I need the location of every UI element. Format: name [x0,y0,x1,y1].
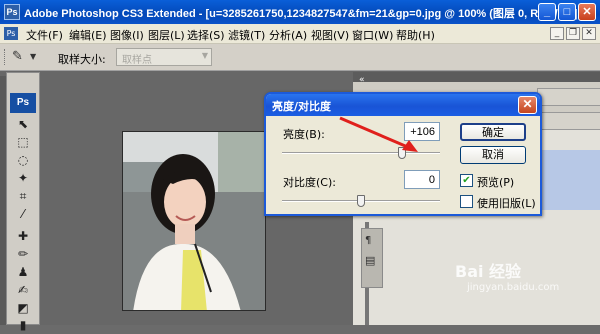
cancel-button[interactable]: 取消 [460,146,526,164]
panel-tab[interactable] [537,112,600,130]
chevron-down-icon: ▼ [201,51,208,60]
magic-wand-tool-icon[interactable]: ✦ [12,169,34,187]
maximize-button[interactable]: □ [558,3,576,21]
menu-analysis[interactable]: 分析(A) [269,27,307,43]
history-brush-tool-icon[interactable]: ✍ [12,281,34,299]
eyedropper-tool-icon[interactable]: ⁄ [12,205,34,223]
document-canvas[interactable] [122,131,266,311]
ok-button[interactable]: 确定 [460,123,526,141]
move-tool-icon[interactable]: ⬉ [12,115,34,133]
menu-edit[interactable]: 编辑(E) [69,27,107,43]
legacy-label: 使用旧版(L) [477,197,536,210]
menu-file[interactable]: 文件(F) [26,27,63,43]
menu-image[interactable]: 图像(I) [110,27,144,43]
selected-layer-highlight[interactable] [541,150,600,210]
sample-size-value: 取样点 [122,55,152,66]
legacy-checkbox[interactable] [460,195,473,208]
menu-view[interactable]: 视图(V) [311,27,349,43]
menu-help[interactable]: 帮助(H) [396,27,435,43]
preview-checkbox[interactable]: ✔ [460,174,473,187]
dialog-title: 亮度/对比度 [272,100,332,113]
contrast-field[interactable] [404,170,440,189]
expand-arrows-icon[interactable]: « [359,75,365,85]
sample-size-select[interactable]: 取样点 ▼ [116,48,212,66]
panels-dock-header [353,72,600,82]
document-icon[interactable]: Ps [4,27,18,40]
window-titlebar: Ps Adobe Photoshop CS3 Extended - [u=328… [0,0,600,24]
menu-layer[interactable]: 图层(L) [148,27,185,43]
paragraph-panel-icon[interactable]: ¶ [365,235,371,246]
clone-stamp-tool-icon[interactable]: ♟ [12,263,34,281]
menu-select[interactable]: 选择(S) [187,27,225,43]
menu-bar: Ps 文件(F) 编辑(E) 图像(I) 图层(L) 选择(S) 滤镜(T) 分… [0,24,600,44]
eyedropper-icon[interactable]: ✎ [12,49,23,64]
menu-filter[interactable]: 滤镜(T) [228,27,265,43]
toolbox-ps-logo: Ps [10,93,36,113]
baidu-watermark-url: jingyan.baidu.com [467,282,560,293]
gradient-tool-icon[interactable]: ▮ [12,316,34,334]
doc-restore-icon[interactable]: ❐ [566,27,580,40]
contrast-slider-thumb[interactable] [357,195,365,207]
portrait-photo [123,132,265,310]
collapsed-panel-strip: ¶ ▤ [361,228,383,288]
annotation-arrow [339,116,418,152]
baidu-watermark-logo: Bai 经验 [455,262,522,281]
sample-size-label: 取样大小: [58,53,106,66]
panel-tab[interactable] [537,88,600,106]
doc-close-icon[interactable]: ✕ [582,27,596,40]
dialog-close-button[interactable]: ✕ [518,96,537,114]
marquee-tool-icon[interactable]: ⬚ [12,133,34,151]
info-panel-icon[interactable]: ▤ [365,254,375,267]
options-grip[interactable] [4,49,7,65]
doc-minimize-icon[interactable]: _ [550,27,564,40]
preview-label: 预览(P) [477,176,515,189]
annotation-arrow-shaft [339,116,411,150]
photoshop-app-icon: Ps [4,4,20,20]
crop-tool-icon[interactable]: ⌗ [12,187,34,205]
lasso-tool-icon[interactable]: ◌ [12,151,34,169]
healing-brush-tool-icon[interactable]: ✚ [12,227,34,245]
minimize-button[interactable]: _ [538,3,556,21]
contrast-label: 对比度(C): [283,176,336,189]
tool-preset-chevron-icon[interactable]: ▼ [30,52,36,61]
options-bar: ✎ ▼ 取样大小: 取样点 ▼ [0,44,600,71]
brightness-label: 亮度(B): [283,128,325,141]
close-button[interactable]: ✕ [578,3,596,21]
window-title: Adobe Photoshop CS3 Extended - [u=328526… [24,8,578,20]
menu-window[interactable]: 窗口(W) [352,27,393,43]
brush-tool-icon[interactable]: ✏ [12,245,34,263]
eraser-tool-icon[interactable]: ◩ [12,299,34,317]
